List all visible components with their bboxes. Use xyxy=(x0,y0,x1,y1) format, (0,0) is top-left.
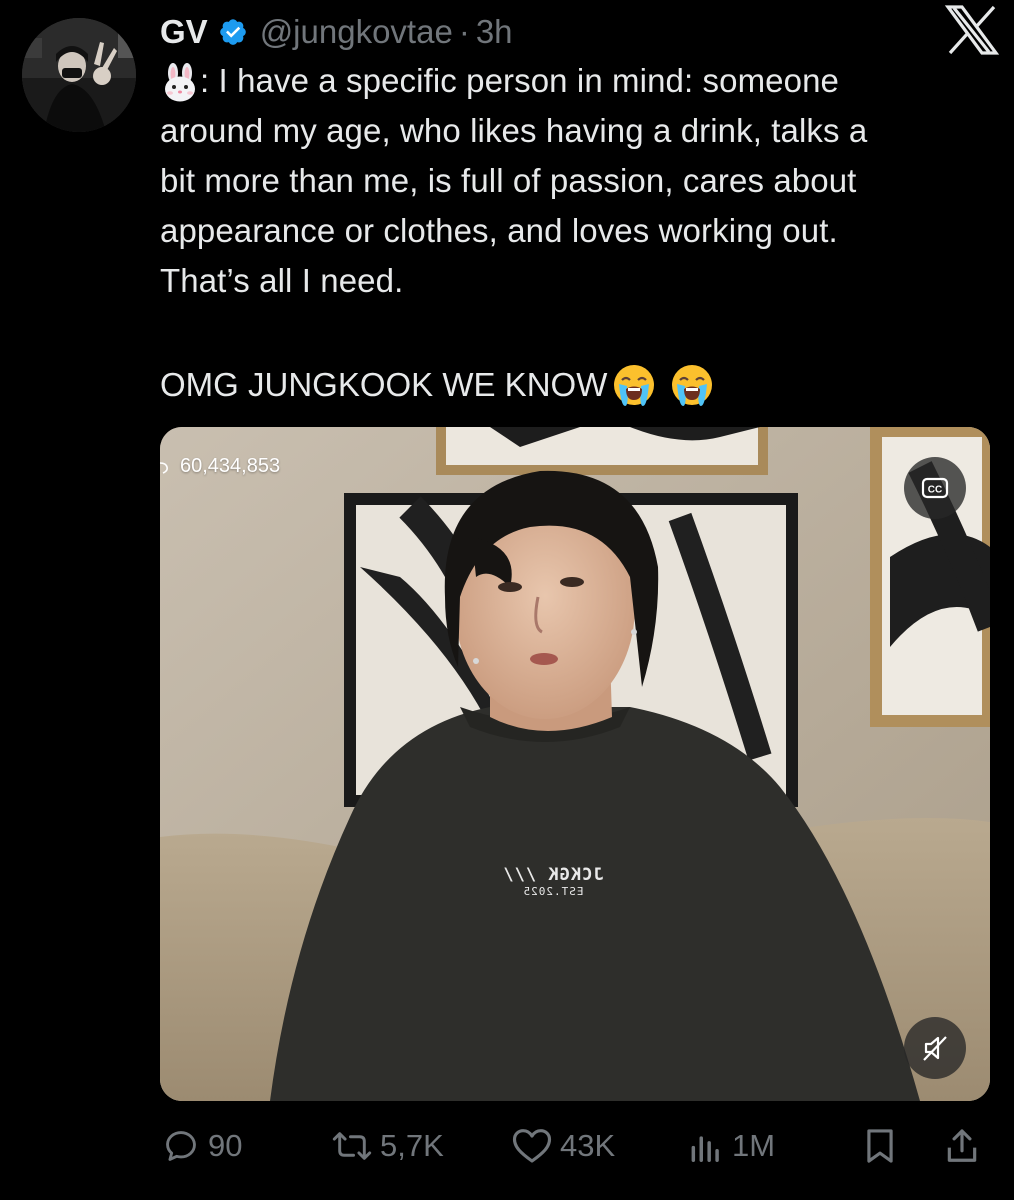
bookmark-button[interactable] xyxy=(862,1118,906,1174)
mute-icon xyxy=(923,1036,947,1061)
author-name[interactable]: GV xyxy=(160,13,208,51)
views-button[interactable]: 1M xyxy=(688,1118,775,1174)
tweet-header: GV @jungkovtae · 3h xyxy=(160,10,513,54)
shirt-print-line1: JCKGK /// xyxy=(502,865,604,885)
verified-badge-icon xyxy=(219,19,246,45)
share-icon xyxy=(947,1129,977,1162)
author-avatar[interactable] xyxy=(22,18,136,132)
tweet-line-text: : I have a specific person in mind: some… xyxy=(200,62,839,99)
views-chart-icon xyxy=(691,1136,719,1162)
heart-icon xyxy=(512,1129,552,1163)
tweet-line-1: : I have a specific person in mind: some… xyxy=(160,56,1000,106)
header-separator: · xyxy=(458,13,470,50)
loudly-crying-emoji xyxy=(614,365,655,406)
closed-captions-icon: CC xyxy=(921,477,949,499)
tweet-line-2: around my age, who likes having a drink,… xyxy=(160,112,868,149)
repost-button[interactable]: 5,7K xyxy=(332,1118,444,1174)
like-button[interactable]: 43K xyxy=(512,1118,615,1174)
reply-count: 90 xyxy=(208,1128,243,1163)
heart-outline-icon xyxy=(160,461,168,474)
video-view-count: 60,434,853 xyxy=(160,455,280,478)
video-frame xyxy=(160,427,990,1101)
repost-count: 5,7K xyxy=(380,1128,444,1163)
bookmark-icon xyxy=(867,1129,893,1163)
tweet-line-3: bit more than me, is full of passion, ca… xyxy=(160,162,857,199)
tweet-video[interactable]: JCKGK /// EST.2025 60,434,853 CC xyxy=(160,427,990,1101)
share-button[interactable] xyxy=(944,1118,988,1174)
reply-button[interactable]: 90 xyxy=(162,1118,242,1174)
repost-icon xyxy=(332,1132,372,1160)
tweet-line-5: That’s all I need. xyxy=(160,262,404,299)
tweet-line-4: appearance or clothes, and loves working… xyxy=(160,212,838,249)
tweet-action-bar: 90 5,7K 43K 1M xyxy=(0,1118,1014,1174)
tweet-comment-text: OMG JUNGKOOK WE KNOW xyxy=(160,366,608,403)
tweet-timestamp[interactable]: 3h xyxy=(476,13,513,51)
mute-button[interactable] xyxy=(904,1017,966,1079)
tweet-comment: OMG JUNGKOOK WE KNOW xyxy=(160,358,715,412)
shirt-print: JCKGK /// EST.2025 xyxy=(488,865,618,898)
rabbit-face-emoji xyxy=(165,63,195,102)
x-logo-icon xyxy=(944,5,1000,55)
reply-icon xyxy=(166,1131,196,1161)
closed-captions-button[interactable]: CC xyxy=(904,457,966,519)
view-count: 1M xyxy=(732,1128,776,1163)
author-handle[interactable]: @jungkovtae xyxy=(260,13,453,51)
svg-text:CC: CC xyxy=(928,485,942,496)
tweet-text: : I have a specific person in mind: some… xyxy=(160,56,1000,306)
video-view-count-text: 60,434,853 xyxy=(180,455,281,477)
shirt-print-line2: EST.2025 xyxy=(522,885,584,898)
loudly-crying-emoji xyxy=(672,365,713,406)
like-count: 43K xyxy=(560,1128,616,1163)
